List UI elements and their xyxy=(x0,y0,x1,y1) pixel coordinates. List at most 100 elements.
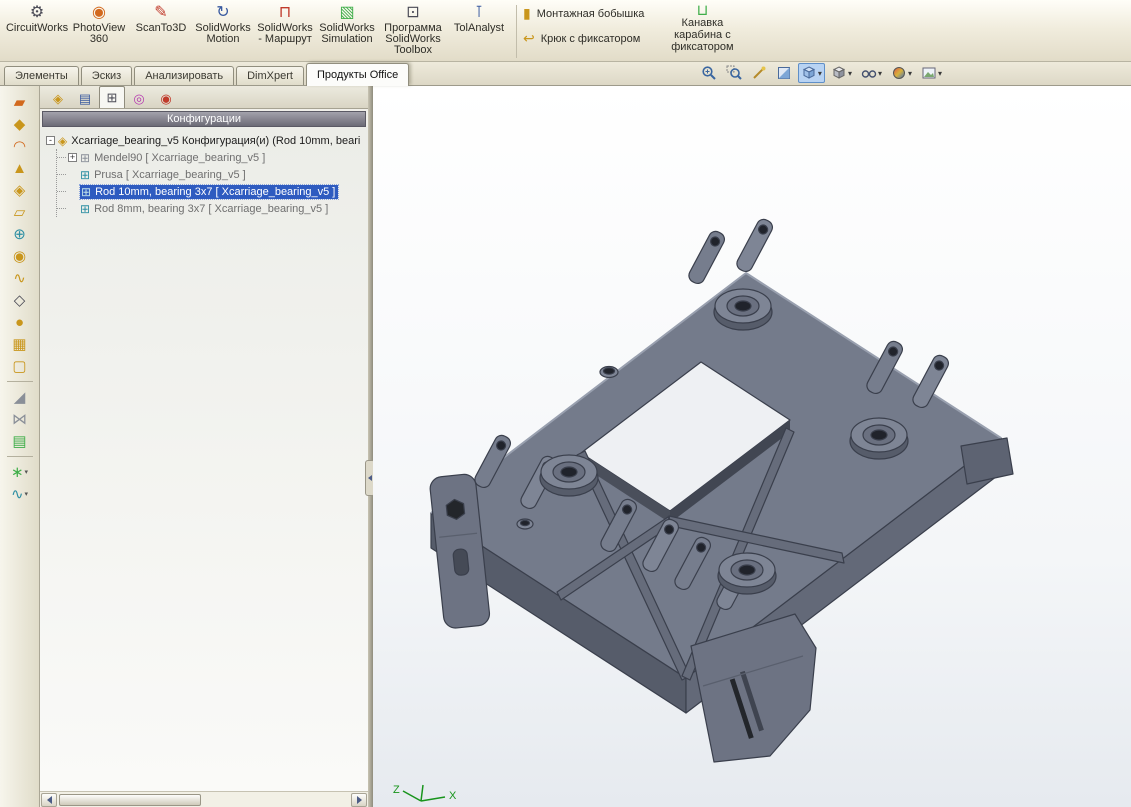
ribbon-item-tolanalyst[interactable]: ⊺ TolAnalyst xyxy=(448,2,510,36)
ribbon-item-circuitworks[interactable]: ⚙ CircuitWorks xyxy=(6,2,68,36)
dropdown-arrow-icon: ▾ xyxy=(938,69,942,78)
tree-row-prusa[interactable]: ⊞ Prusa [ Xcarriage_bearing_v5 ] xyxy=(57,166,368,183)
tab-configurationmanager[interactable]: ⊞ xyxy=(99,86,125,108)
dropdown-arrow-icon: ▾ xyxy=(878,69,882,78)
ribbon-item-label: SolidWorks Motion xyxy=(193,23,253,45)
ribbon-item-snap-hook[interactable]: ↩ Крюк с фиксатором xyxy=(523,30,644,47)
rib-button[interactable]: ▤ xyxy=(4,430,36,452)
curves-icon: ∿ xyxy=(11,485,24,503)
draft-icon: ◢ xyxy=(14,388,26,406)
linear-pattern-icon: ▦ xyxy=(12,335,26,353)
zoom-area-button[interactable] xyxy=(723,63,745,83)
shell-button[interactable]: ▢ xyxy=(4,355,36,377)
revolved-cut-button[interactable]: ◉ xyxy=(4,245,36,267)
view-orientation-icon xyxy=(801,65,817,81)
snap-hook-groove-icon: ⊔ xyxy=(697,5,709,17)
tree-row-label: Prusa [ Xcarriage_bearing_v5 ] xyxy=(94,169,246,181)
scrollbar-thumb[interactable] xyxy=(59,794,201,806)
dropdown-arrow-icon: ▾ xyxy=(818,69,822,78)
axis-x-label: X xyxy=(449,790,457,802)
scene-icon xyxy=(921,65,937,81)
configuration-manager-panel: ◈ ▤ ⊞ ◎ ◉ Конфигурации - ◈ Xcarriage_bea… xyxy=(40,86,368,807)
configurationmanager-icon: ⊞ xyxy=(107,90,118,106)
extruded-cut-icon: ▱ xyxy=(14,203,26,221)
expand-box-icon[interactable]: + xyxy=(68,153,77,162)
tab-propertymanager[interactable]: ▤ xyxy=(72,89,98,108)
ribbon-item-solidworks-routing[interactable]: ⊓ SolidWorks - Маршрут xyxy=(254,2,316,47)
zoom-fit-button[interactable] xyxy=(698,63,720,83)
motion-icon: ↻ xyxy=(216,4,229,22)
tree-row-label: Mendel90 [ Xcarriage_bearing_v5 ] xyxy=(94,152,265,164)
section-view-button[interactable] xyxy=(773,63,795,83)
hide-show-items-button[interactable]: ▾ xyxy=(858,63,885,83)
display-style-button[interactable]: ▾ xyxy=(828,63,855,83)
graphics-viewport[interactable]: Z X xyxy=(373,86,1131,807)
tab-dimxpert[interactable]: DimXpert xyxy=(236,66,304,85)
left-arrow-icon xyxy=(43,796,52,804)
swept-boss-button[interactable]: ◠ xyxy=(4,135,36,157)
view-orientation-button[interactable]: ▾ xyxy=(798,63,825,83)
ribbon-item-snap-hook-groove[interactable]: ⊔ Канавка карабина с фиксатором xyxy=(658,5,746,53)
tab-dimxpertmanager[interactable]: ◎ xyxy=(126,89,152,108)
filter-wand-button[interactable] xyxy=(748,63,770,83)
tree-row-label: Rod 8mm, bearing 3x7 [ Xcarriage_bearing… xyxy=(94,203,328,215)
xcarriage-3d-model xyxy=(373,86,1131,805)
section-view-icon xyxy=(776,65,792,81)
curves-button[interactable]: ∿ ▾ xyxy=(4,483,36,505)
toolbox-icon: ⊡ xyxy=(406,4,419,22)
scroll-right-button[interactable] xyxy=(351,793,367,807)
ribbon-item-solidworks-simulation[interactable]: ▧ SolidWorks Simulation xyxy=(316,2,378,47)
shell-icon: ▢ xyxy=(12,357,26,375)
swept-cut-button[interactable]: ∿ xyxy=(4,267,36,289)
tab-featuremanager[interactable]: ◈ xyxy=(45,89,71,108)
tree-row-rod-8mm[interactable]: ⊞ Rod 8mm, bearing 3x7 [ Xcarriage_beari… xyxy=(57,200,368,217)
lofted-cut-button[interactable]: ◇ xyxy=(4,289,36,311)
features-toolbar: ▰ ◆ ◠ ▲ ◈ ▱ ⊕ ◉ ∿ ◇ ● ▦ ▢ ◢ ⋈ ▤ ∗ ▾ ∿ ▾ xyxy=(0,86,40,807)
revolved-boss-button[interactable]: ◆ xyxy=(4,113,36,135)
ribbon-separator xyxy=(516,5,517,58)
tree-guide xyxy=(57,191,66,192)
fillet-button[interactable]: ● xyxy=(4,311,36,333)
ribbon-item-solidworks-toolbox[interactable]: ⊡ Программа SolidWorks Toolbox xyxy=(378,2,448,58)
dropdown-arrow-icon: ▾ xyxy=(908,69,912,78)
ribbon-item-scanto3d[interactable]: ✎ ScanTo3D xyxy=(130,2,192,36)
right-arrow-icon xyxy=(357,796,366,804)
rib-icon: ▤ xyxy=(12,432,26,450)
draft-button[interactable]: ◢ xyxy=(4,386,36,408)
routing-icon: ⊓ xyxy=(279,4,291,22)
ribbon-item-label: SolidWorks - Маршрут xyxy=(255,23,315,45)
tab-sketch[interactable]: Эскиз xyxy=(81,66,132,85)
scroll-left-button[interactable] xyxy=(41,793,57,807)
panel-horizontal-scrollbar[interactable] xyxy=(40,791,368,807)
lofted-boss-button[interactable]: ▲ xyxy=(4,157,36,179)
toolbar-separator xyxy=(7,381,33,382)
tab-elements[interactable]: Элементы xyxy=(4,66,79,85)
ribbon-item-label: Крюк с фиксатором xyxy=(541,33,641,45)
extruded-cut-button[interactable]: ▱ xyxy=(4,201,36,223)
ribbon-item-solidworks-motion[interactable]: ↻ SolidWorks Motion xyxy=(192,2,254,47)
tab-office-products[interactable]: Продукты Office xyxy=(306,63,409,86)
mirror-icon: ⋈ xyxy=(12,410,27,428)
ribbon-item-photoview-360[interactable]: ◉ PhotoView 360 xyxy=(68,2,130,47)
manager-panel-tabs: ◈ ▤ ⊞ ◎ ◉ xyxy=(40,86,368,109)
axis-z-label: Z xyxy=(393,784,400,796)
ribbon-item-mounting-boss[interactable]: ▮ Монтажная бобышка xyxy=(523,5,644,22)
tree-row-rod-10mm-selected[interactable]: ⊞ Rod 10mm, bearing 3x7 [ Xcarriage_bear… xyxy=(57,183,368,200)
collapse-box-icon[interactable]: - xyxy=(46,136,55,145)
boundary-boss-button[interactable]: ◈ xyxy=(4,179,36,201)
mirror-button[interactable]: ⋈ xyxy=(4,408,36,430)
linear-pattern-button[interactable]: ▦ xyxy=(4,333,36,355)
revolved-boss-icon: ◆ xyxy=(14,115,26,133)
tree-row-mendel90[interactable]: + ⊞ Mendel90 [ Xcarriage_bearing_v5 ] xyxy=(57,149,368,166)
tab-evaluate[interactable]: Анализировать xyxy=(134,66,234,85)
tab-displaymanager[interactable]: ◉ xyxy=(153,89,179,108)
displaymanager-icon: ◉ xyxy=(160,91,171,107)
hole-wizard-button[interactable]: ⊕ xyxy=(4,223,36,245)
tree-root-row[interactable]: - ◈ Xcarriage_bearing_v5 Конфигурация(и)… xyxy=(46,132,368,149)
command-manager-tabbar: Элементы Эскиз Анализировать DimXpert Пр… xyxy=(0,62,1131,86)
reference-geometry-button[interactable]: ∗ ▾ xyxy=(4,461,36,483)
extruded-boss-button[interactable]: ▰ xyxy=(4,91,36,113)
edit-appearance-button[interactable]: ▾ xyxy=(888,63,915,83)
snap-hook-icon: ↩ xyxy=(523,30,535,47)
apply-scene-button[interactable]: ▾ xyxy=(918,63,945,83)
